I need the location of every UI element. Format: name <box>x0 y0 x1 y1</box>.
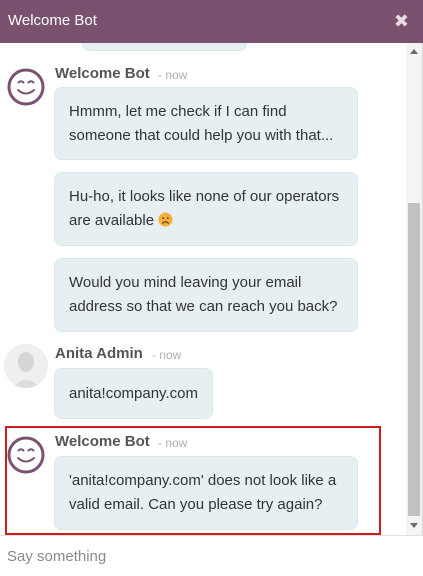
message-text: 'anita!company.com' does not look like a… <box>69 472 337 513</box>
message-bubble: Hu-ho, it looks like none of our operato… <box>54 172 358 246</box>
chat-window: Welcome Bot ✖ Welcome Bot - now Hmmm, le… <box>0 0 423 576</box>
message-thread: Welcome Bot - now Hmmm, let me check if … <box>0 43 406 535</box>
message-timestamp: - now <box>152 348 182 362</box>
message-input[interactable] <box>0 536 406 576</box>
scroll-up-arrow-icon[interactable] <box>410 49 418 54</box>
message-author: Welcome Bot <box>55 433 150 450</box>
person-silhouette-icon <box>4 344 48 388</box>
message-text: Would you mind leaving your email addres… <box>69 274 338 315</box>
message-author: Anita Admin <box>55 345 143 362</box>
message-bubble: Hmmm, let me check if I can find someone… <box>54 87 358 160</box>
chat-title: Welcome Bot <box>8 12 97 29</box>
message-text: Hu-ho, it looks like none of our operato… <box>69 188 340 229</box>
smiley-face-icon <box>7 68 45 106</box>
sad-face-emoji <box>158 212 173 227</box>
smiley-face-icon <box>7 436 45 474</box>
composer <box>0 535 423 576</box>
previous-message-bubble <box>82 43 247 51</box>
scrollbar-thumb[interactable] <box>408 203 420 516</box>
message-bubble: anita!company.com <box>54 368 213 419</box>
message-text: Hmmm, let me check if I can find someone… <box>69 103 334 144</box>
scrollbar[interactable] <box>406 43 422 535</box>
chat-header: Welcome Bot ✖ <box>0 0 423 43</box>
message-timestamp: - now <box>158 68 188 82</box>
message-text: anita!company.com <box>69 385 198 402</box>
message-bubble: Would you mind leaving your email addres… <box>54 258 358 332</box>
close-icon[interactable]: ✖ <box>394 11 409 31</box>
message-bubble: 'anita!company.com' does not look like a… <box>54 456 358 530</box>
scroll-down-arrow-icon[interactable] <box>410 523 418 528</box>
message-timestamp: - now <box>158 436 188 450</box>
message-author: Welcome Bot <box>55 65 150 82</box>
avatar <box>4 344 48 388</box>
